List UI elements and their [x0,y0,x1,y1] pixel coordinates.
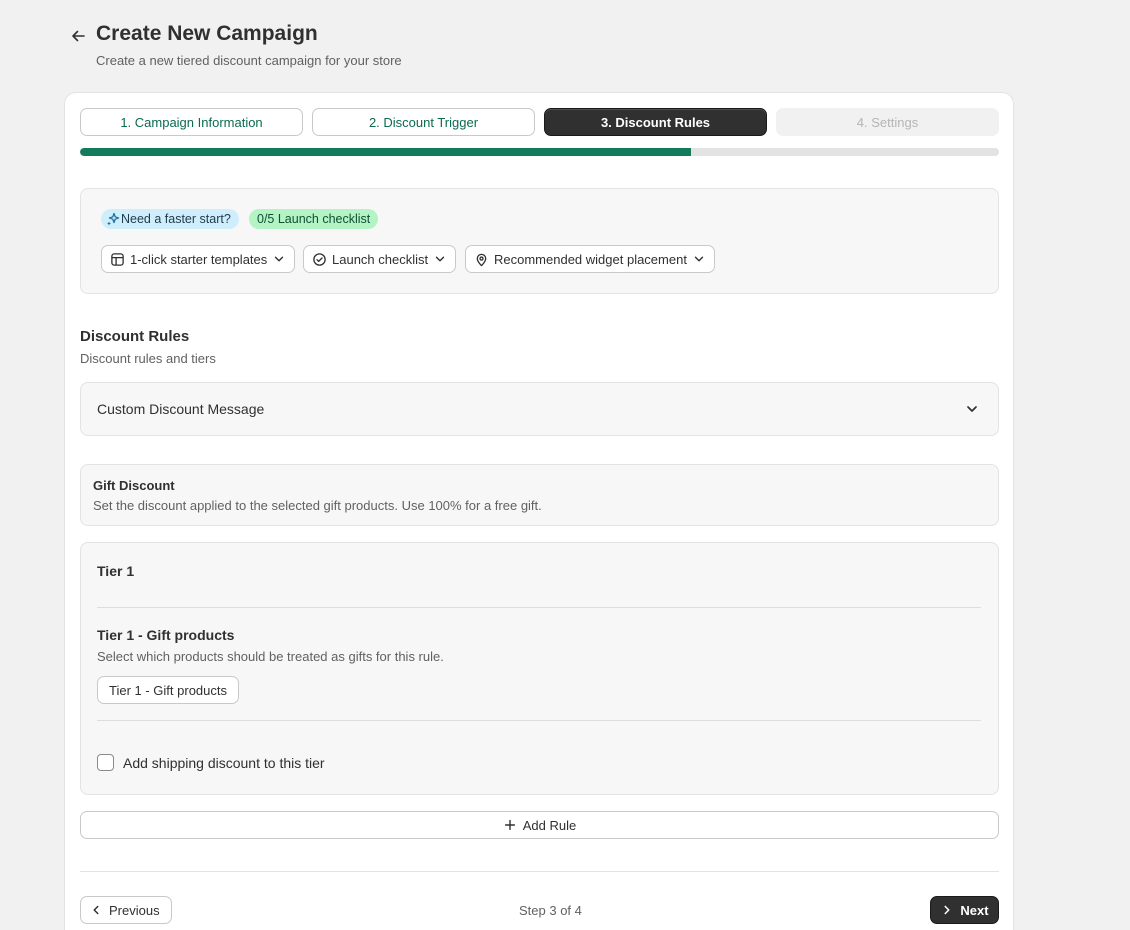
check-circle-icon [313,252,326,266]
campaign-card: 1. Campaign Information 2. Discount Trig… [64,92,1014,930]
template-icon [111,252,124,266]
widget-placement-dropdown[interactable]: Recommended widget placement [465,245,715,273]
gift-discount-title: Gift Discount [93,478,175,493]
page-subtitle: Create a new tiered discount campaign fo… [96,53,402,68]
progress-bar-fill [80,148,692,156]
previous-button[interactable]: Previous [80,896,172,924]
chevron-down-icon [435,256,445,262]
previous-label: Previous [109,902,160,918]
custom-discount-message-accordion[interactable]: Custom Discount Message [80,382,999,436]
plus-icon [504,819,515,831]
location-pin-icon [476,253,487,266]
add-rule-button[interactable]: Add Rule [80,811,999,839]
footer-divider [80,871,999,872]
custom-discount-message-label: Custom Discount Message [97,401,265,417]
discount-rules-heading: Discount Rules [80,328,190,345]
tier-gift-products-title: Tier 1 - Gift products [97,627,235,643]
next-label: Next [960,902,989,918]
starter-templates-label: 1-click starter templates [130,251,268,267]
step-campaign-information[interactable]: 1. Campaign Information [80,108,303,136]
next-button[interactable]: Next [930,896,999,924]
quick-start-panel: Need a faster start? 0/5 Launch checklis… [80,188,999,294]
add-rule-label: Add Rule [522,817,577,833]
launch-checklist-label: Launch checklist [332,251,429,267]
step-discount-rules[interactable]: 3. Discount Rules [544,108,767,136]
chevron-left-icon [93,905,99,915]
tier-1-panel: Tier 1 Tier 1 - Gift products Select whi… [80,542,999,795]
sparkle-icon [107,212,120,226]
page-title: Create New Campaign [96,22,318,45]
progress-bar [80,148,999,156]
chevron-down-icon [275,256,284,262]
widget-placement-label: Recommended widget placement [494,251,687,267]
chevron-down-icon [967,406,977,412]
launch-checklist-badge: 0/5 Launch checklist [249,209,379,229]
faster-start-badge: Need a faster start? [101,209,239,229]
step-settings: 4. Settings [776,108,999,136]
back-button[interactable] [68,26,88,46]
shipping-discount-label: Add shipping discount to this tier [123,754,325,771]
divider [97,720,981,721]
tier-gift-products-description: Select which products should be treated … [97,649,444,664]
starter-templates-dropdown[interactable]: 1-click starter templates [101,245,296,273]
step-discount-trigger[interactable]: 2. Discount Trigger [312,108,535,136]
chevron-down-icon [694,256,704,262]
shipping-discount-option[interactable]: Add shipping discount to this tier [97,754,325,771]
stepper: 1. Campaign Information 2. Discount Trig… [80,108,999,136]
discount-rules-subheading: Discount rules and tiers [80,351,216,366]
shipping-discount-checkbox[interactable] [97,754,114,771]
tier-gift-products-button[interactable]: Tier 1 - Gift products [97,676,239,704]
gift-discount-panel: Gift Discount Set the discount applied t… [80,464,999,526]
chevron-right-icon [944,905,950,915]
divider [97,607,981,608]
arrow-left-icon [72,30,85,42]
tier-title: Tier 1 [97,563,135,579]
gift-discount-description: Set the discount applied to the selected… [93,498,542,513]
faster-start-badge-label: Need a faster start? [121,212,231,226]
launch-checklist-dropdown[interactable]: Launch checklist [303,245,457,273]
step-counter: Step 3 of 4 [519,903,582,918]
